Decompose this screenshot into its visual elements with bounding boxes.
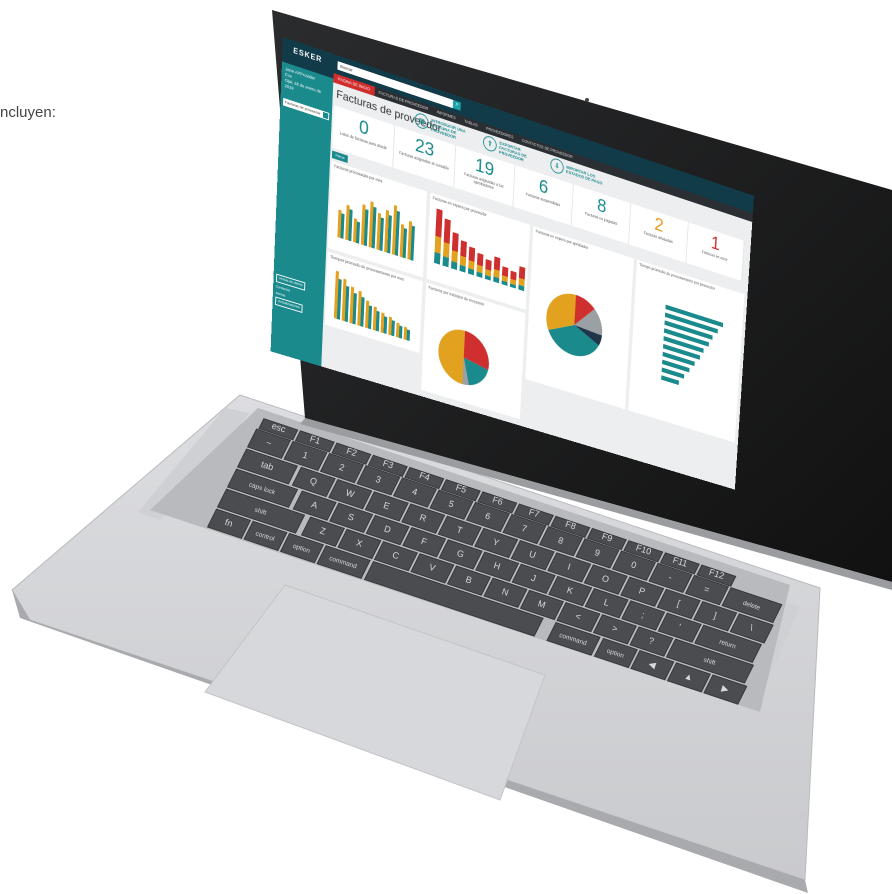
bar-mark <box>469 247 476 262</box>
bar-mark <box>477 253 483 267</box>
bar-mark <box>460 256 466 267</box>
kpi-no-pagadas[interactable]: 8 Facturas no pagadas <box>572 184 632 244</box>
bar-mark <box>451 250 457 263</box>
kpi-atrasadas[interactable]: 2 Facturas atrasadas <box>629 204 688 263</box>
bar-mark <box>444 219 451 244</box>
bar-mark <box>494 256 501 270</box>
bar-mark <box>485 259 491 271</box>
bar-mark <box>434 252 440 265</box>
panel-avg-time-supplier: Tiempo promedio de procesamiento por pro… <box>628 260 744 443</box>
bar-mark <box>443 242 450 258</box>
bar-mark <box>460 240 467 257</box>
chart-approver-wait <box>525 226 634 409</box>
sidebar-select-button[interactable] <box>322 111 329 121</box>
export-icon: ⇪ <box>483 134 497 153</box>
panel-approver-wait: Facturas en espera por aprobador <box>525 226 634 409</box>
sidebar-bottom: Ventas de cliente Contactos Alertas Actu… <box>275 274 306 316</box>
bar-mark <box>435 236 442 254</box>
bar-mark <box>404 327 408 340</box>
bar-mark <box>407 329 410 341</box>
bar-mark <box>443 256 449 267</box>
pie-slice <box>437 323 465 384</box>
laptop: esc F1 F2 F3 F4 F5 F6 F7 F8 F9 F10 F11 F12 ~1 2 3 4 5 6 7 8 9… <box>0 0 892 894</box>
bar-mark <box>435 209 442 238</box>
bar-mark <box>452 232 459 252</box>
import-icon: ⇩ <box>550 157 564 176</box>
bar-mark <box>519 266 525 279</box>
search-icon[interactable]: ⌕ <box>453 100 461 111</box>
bar-mark <box>502 266 508 277</box>
kpi-error[interactable]: 1 Facturas en error <box>686 222 745 281</box>
bar-mark <box>399 326 403 339</box>
chart-avg-time-supplier <box>628 260 744 443</box>
bar-mark <box>661 375 679 385</box>
invoice-icon: ▤ <box>414 111 428 130</box>
